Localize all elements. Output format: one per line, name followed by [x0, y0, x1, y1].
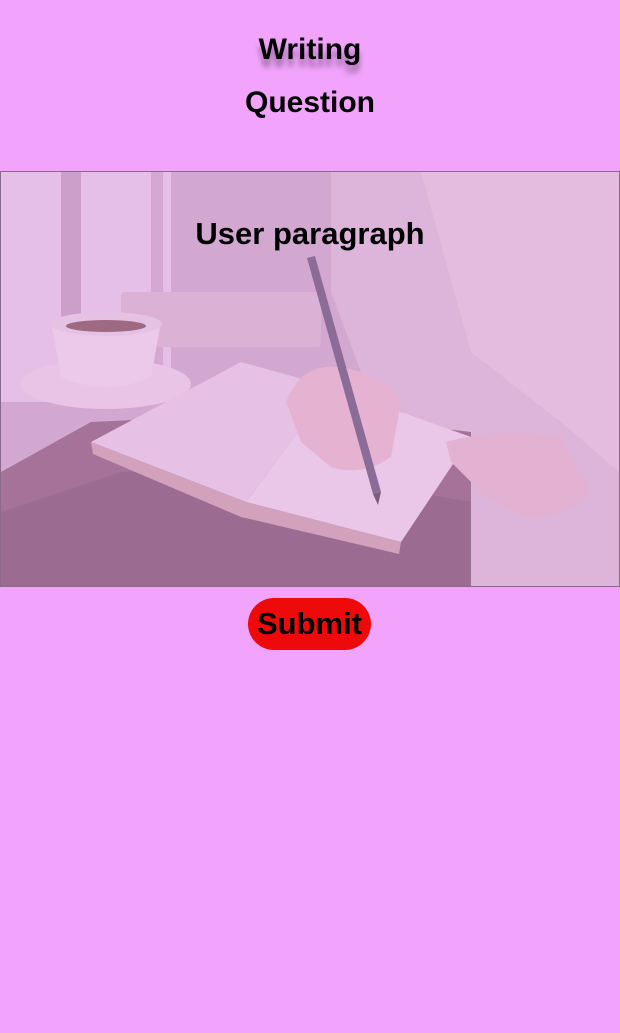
user-paragraph-panel: User paragraph	[0, 171, 620, 587]
user-paragraph-label: User paragraph	[195, 216, 425, 251]
page-subtitle: Question	[244, 86, 375, 119]
page-title: Writing	[258, 33, 362, 66]
page-background: Writing Question User paragraph Submit	[0, 0, 620, 1033]
submit-button[interactable]: Submit	[248, 598, 371, 650]
